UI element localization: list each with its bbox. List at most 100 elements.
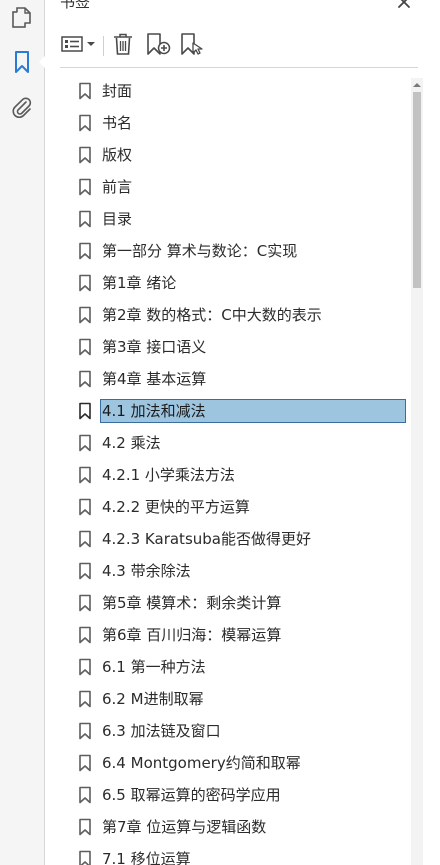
bookmark-icon — [78, 658, 92, 676]
bookmark-label: 目录 — [102, 210, 133, 228]
bookmark-icon — [78, 786, 92, 804]
bookmark-icon — [78, 274, 92, 292]
bookmark-icon — [78, 242, 92, 260]
scrollbar-thumb[interactable] — [413, 92, 421, 288]
bookmark-label: 7.1 移位运算 — [102, 850, 191, 865]
bookmark-item[interactable]: 4.2 乘法 — [60, 430, 408, 456]
bookmark-label: 第一部分 算术与数论：C实现 — [102, 242, 298, 260]
bookmark-item[interactable]: 第5章 模算术：剩余类计算 — [60, 590, 408, 616]
delete-icon — [112, 32, 134, 60]
close-icon — [396, 0, 412, 14]
bookmark-item[interactable]: 第6章 百川归海：模幂运算 — [60, 622, 408, 648]
bookmark-label: 前言 — [102, 178, 133, 196]
new-bookmark-from-structure-icon — [179, 32, 205, 60]
bookmark-item[interactable]: 第1章 绪论 — [60, 270, 408, 296]
bookmark-label: 第2章 数的格式：C中大数的表示 — [102, 306, 322, 324]
bookmark-icon — [78, 722, 92, 740]
bookmark-label: 第1章 绪论 — [102, 274, 177, 292]
bookmark-item[interactable]: 6.3 加法链及窗口 — [60, 718, 408, 744]
bookmark-item[interactable]: 封面 — [60, 78, 408, 104]
bookmark-item[interactable]: 4.2.2 更快的平方运算 — [60, 494, 408, 520]
bookmark-icon — [78, 690, 92, 708]
bookmark-label: 版权 — [102, 146, 133, 164]
bookmark-label: 6.3 加法链及窗口 — [102, 722, 221, 740]
bookmarks-panel: 书签 封面 书名 版权 前言 目录 第一部分 算术与数论：C实现 第1章 绪论 … — [45, 0, 440, 865]
bookmark-icon — [78, 306, 92, 324]
bookmark-label: 4.2.1 小学乘法方法 — [102, 466, 235, 484]
attachment-icon — [10, 96, 34, 120]
bookmark-icon — [78, 370, 92, 388]
bookmark-item[interactable]: 第3章 接口语义 — [60, 334, 408, 360]
bookmark-item[interactable]: 前言 — [60, 174, 408, 200]
bookmark-icon — [78, 434, 92, 452]
bookmark-label: 6.5 取幂运算的密码学应用 — [102, 786, 281, 804]
bookmark-item[interactable]: 7.1 移位运算 — [60, 846, 408, 865]
bookmark-item-selected[interactable]: 4.1 加法和减法 — [60, 398, 408, 424]
bookmark-item[interactable]: 4.2.3 Karatsuba能否做得更好 — [60, 526, 408, 552]
navigation-rail — [0, 0, 45, 865]
bookmark-icon — [78, 562, 92, 580]
bookmark-item[interactable]: 目录 — [60, 206, 408, 232]
bookmarks-panel-button[interactable] — [8, 48, 45, 76]
bookmark-label: 4.2.3 Karatsuba能否做得更好 — [102, 530, 311, 548]
vertical-scrollbar[interactable] — [411, 78, 423, 865]
bookmark-label: 第7章 位运算与逻辑函数 — [102, 818, 267, 836]
pages-button[interactable] — [8, 4, 36, 32]
bookmark-item[interactable]: 6.5 取幂运算的密码学应用 — [60, 782, 408, 808]
bookmark-label: 4.3 带余除法 — [102, 562, 191, 580]
bookmark-icon — [78, 178, 92, 196]
bookmark-item[interactable]: 第2章 数的格式：C中大数的表示 — [60, 302, 408, 328]
bookmark-label: 4.2.2 更快的平方运算 — [102, 498, 250, 516]
bookmark-label: 第3章 接口语义 — [102, 338, 207, 356]
bookmark-tree: 封面书名版权前言目录第一部分 算术与数论：C实现 第1章 绪论第2章 数的格式：C… — [60, 75, 410, 865]
delete-bookmark-button[interactable] — [109, 32, 137, 60]
bookmarks-window: 书签 封面 书名 版权 前言 目录 第一部分 算术与数论：C实现 第1章 绪论 … — [0, 0, 440, 865]
bookmark-item[interactable]: 书名 — [60, 110, 408, 136]
bookmark-icon — [13, 50, 31, 74]
bookmarks-toolbar — [45, 30, 440, 64]
bookmark-item[interactable]: 版权 — [60, 142, 408, 168]
bookmark-icon — [78, 338, 92, 356]
panel-title: 书签 — [60, 0, 91, 11]
bookmark-icon — [78, 82, 92, 100]
options-menu-icon — [60, 34, 98, 58]
bookmark-label: 第4章 基本运算 — [102, 370, 207, 388]
bookmark-item[interactable]: 4.2.1 小学乘法方法 — [60, 462, 408, 488]
bookmark-item[interactable]: 6.2 M进制取幂 — [60, 686, 408, 712]
bookmark-item[interactable]: 6.4 Montgomery约简和取幂 — [60, 750, 408, 776]
bookmark-label: 4.2 乘法 — [102, 434, 161, 452]
close-button[interactable] — [396, 0, 412, 10]
bookmark-label: 4.1 加法和减法 — [102, 402, 206, 420]
bookmark-item[interactable]: 6.1 第一种方法 — [60, 654, 408, 680]
bookmark-label: 6.2 M进制取幂 — [102, 690, 204, 708]
bookmark-icon — [78, 626, 92, 644]
pages-icon — [11, 6, 33, 30]
new-bookmark-icon — [145, 32, 171, 60]
bookmark-item[interactable]: 第一部分 算术与数论：C实现 — [60, 238, 408, 264]
bookmark-item[interactable]: 4.3 带余除法 — [60, 558, 408, 584]
bookmark-icon — [78, 498, 92, 516]
bookmark-label: 6.1 第一种方法 — [102, 658, 206, 676]
bookmark-label: 6.4 Montgomery约简和取幂 — [102, 754, 301, 772]
toolbar-divider-line — [60, 67, 418, 68]
bookmark-icon — [78, 466, 92, 484]
bookmark-icon — [78, 146, 92, 164]
options-menu-button[interactable] — [59, 32, 99, 60]
new-bookmark-from-structure-button[interactable] — [177, 32, 207, 60]
bookmark-item[interactable]: 第7章 位运算与逻辑函数 — [60, 814, 408, 840]
bookmark-label: 第5章 模算术：剩余类计算 — [102, 594, 282, 612]
bookmark-icon — [78, 402, 92, 420]
bookmark-label: 第6章 百川归海：模幂运算 — [102, 626, 282, 644]
bookmark-label: 封面 — [102, 82, 133, 100]
scroll-up-arrow[interactable] — [411, 78, 423, 92]
bookmark-label: 书名 — [102, 114, 133, 132]
toolbar-divider — [103, 36, 104, 56]
bookmark-icon — [78, 850, 92, 865]
bookmark-icon — [78, 818, 92, 836]
bookmark-icon — [78, 210, 92, 228]
bookmark-icon — [78, 530, 92, 548]
new-bookmark-button[interactable] — [143, 32, 173, 60]
attachments-button[interactable] — [8, 94, 36, 122]
bookmark-icon — [78, 594, 92, 612]
bookmark-item[interactable]: 第4章 基本运算 — [60, 366, 408, 392]
